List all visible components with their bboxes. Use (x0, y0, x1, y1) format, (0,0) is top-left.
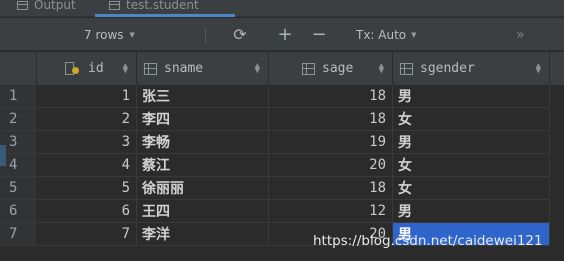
row-number-header (0, 52, 37, 85)
table-row[interactable]: 6 6 王四 12 男 (0, 200, 564, 223)
tab-test-student-label: test.student (126, 0, 199, 12)
cell-sname[interactable]: 李四 (137, 108, 269, 131)
column-header-label: sname (164, 61, 204, 76)
editor-tabs: Output test.student (0, 0, 564, 17)
cell-sname[interactable]: 徐丽丽 (137, 177, 269, 200)
cell-sage[interactable]: 20 (269, 154, 393, 177)
tab-test-student[interactable]: test.student (95, 0, 235, 17)
column-header-label: sage (322, 61, 354, 76)
table-row[interactable]: 3 3 李畅 19 男 (0, 131, 564, 154)
sort-icon[interactable]: ▲ ▼ (379, 61, 384, 75)
refresh-button[interactable]: ⟳ (230, 18, 250, 51)
table-row[interactable]: 5 5 徐丽丽 18 女 (0, 177, 564, 200)
more-icon: » (516, 26, 525, 43)
table-row[interactable]: 1 1 张三 18 男 (0, 85, 564, 108)
row-number[interactable]: 2 (0, 108, 37, 131)
tab-output[interactable]: Output (17, 0, 76, 16)
plus-icon: + (277, 24, 293, 45)
cell-id[interactable]: 4 (37, 154, 137, 177)
table-row[interactable]: 4 4 蔡江 20 女 (0, 154, 564, 177)
row-number[interactable]: 7 (0, 223, 37, 246)
column-header-sage[interactable]: sage ▲ ▼ (269, 52, 393, 85)
cell-sname[interactable]: 王四 (137, 200, 269, 223)
cell-sage[interactable]: 12 (269, 200, 393, 223)
toolbar-divider (205, 27, 206, 43)
cell-sage[interactable]: 18 (269, 108, 393, 131)
tab-output-label: Output (34, 0, 76, 12)
chevron-down-icon: ▼ (411, 30, 417, 39)
cell-sage[interactable]: 18 (269, 177, 393, 200)
sort-icon[interactable]: ▲ ▼ (123, 61, 128, 75)
column-header-id[interactable]: id ▲ ▼ (37, 52, 137, 85)
column-icon (302, 62, 315, 75)
delete-row-button[interactable]: − (309, 18, 329, 51)
rows-count-dropdown[interactable]: 7 rows ▼ (84, 18, 135, 51)
cell-sgender[interactable]: 女 (393, 177, 550, 200)
column-icon (400, 62, 413, 75)
grid-header: id ▲ ▼ sname ▲ ▼ sage ▲ ▼ sgender ▲ ▼ (0, 52, 564, 85)
active-tab-indicator (95, 14, 235, 17)
cell-id[interactable]: 2 (37, 108, 137, 131)
sort-icon[interactable]: ▲ ▼ (255, 61, 260, 75)
cell-id[interactable]: 3 (37, 131, 137, 154)
more-options-button[interactable]: » (516, 18, 525, 51)
cell-sname[interactable]: 张三 (137, 85, 269, 108)
transaction-mode-dropdown[interactable]: Tx: Auto ▼ (356, 18, 417, 51)
primary-key-icon (65, 61, 81, 76)
chevron-down-icon: ▼ (129, 30, 135, 39)
row-number[interactable]: 1 (0, 85, 37, 108)
row-number[interactable]: 5 (0, 177, 37, 200)
cell-id[interactable]: 7 (37, 223, 137, 246)
gutter-marker (0, 145, 6, 166)
cell-sgender[interactable]: 男 (393, 200, 550, 223)
cell-id[interactable]: 1 (37, 85, 137, 108)
column-header-label: sgender (420, 61, 475, 76)
column-header-sgender[interactable]: sgender ▲ ▼ (393, 52, 550, 85)
cell-sname[interactable]: 李洋 (137, 223, 269, 246)
sort-icon[interactable]: ▲ ▼ (536, 61, 541, 75)
cell-sgender[interactable]: 男 (393, 131, 550, 154)
refresh-icon: ⟳ (233, 25, 247, 44)
cell-sgender[interactable]: 女 (393, 108, 550, 131)
cell-id[interactable]: 5 (37, 177, 137, 200)
watermark: https://blog.csdn.net/caidewei121 (313, 233, 543, 249)
cell-sgender[interactable]: 女 (393, 154, 550, 177)
cell-sname[interactable]: 李畅 (137, 131, 269, 154)
minus-icon: − (311, 24, 327, 45)
column-icon (144, 62, 157, 75)
result-toolbar: 7 rows ▼ ⟳ + − Tx: Auto ▼ » (0, 18, 564, 51)
transaction-mode-label: Tx: Auto (356, 27, 407, 42)
cell-sage[interactable]: 19 (269, 131, 393, 154)
column-header-label: id (88, 61, 104, 76)
add-row-button[interactable]: + (275, 18, 295, 51)
cell-sage[interactable]: 18 (269, 85, 393, 108)
cell-sgender[interactable]: 男 (393, 85, 550, 108)
output-icon (17, 0, 28, 10)
column-header-sname[interactable]: sname ▲ ▼ (137, 52, 269, 85)
table-icon (109, 0, 120, 10)
row-number[interactable]: 6 (0, 200, 37, 223)
rows-count-label: 7 rows (84, 27, 124, 42)
cell-id[interactable]: 6 (37, 200, 137, 223)
cell-sname[interactable]: 蔡江 (137, 154, 269, 177)
data-grid: id ▲ ▼ sname ▲ ▼ sage ▲ ▼ sgender ▲ ▼ 1 1 张三 18… (0, 52, 564, 261)
table-row[interactable]: 2 2 李四 18 女 (0, 108, 564, 131)
